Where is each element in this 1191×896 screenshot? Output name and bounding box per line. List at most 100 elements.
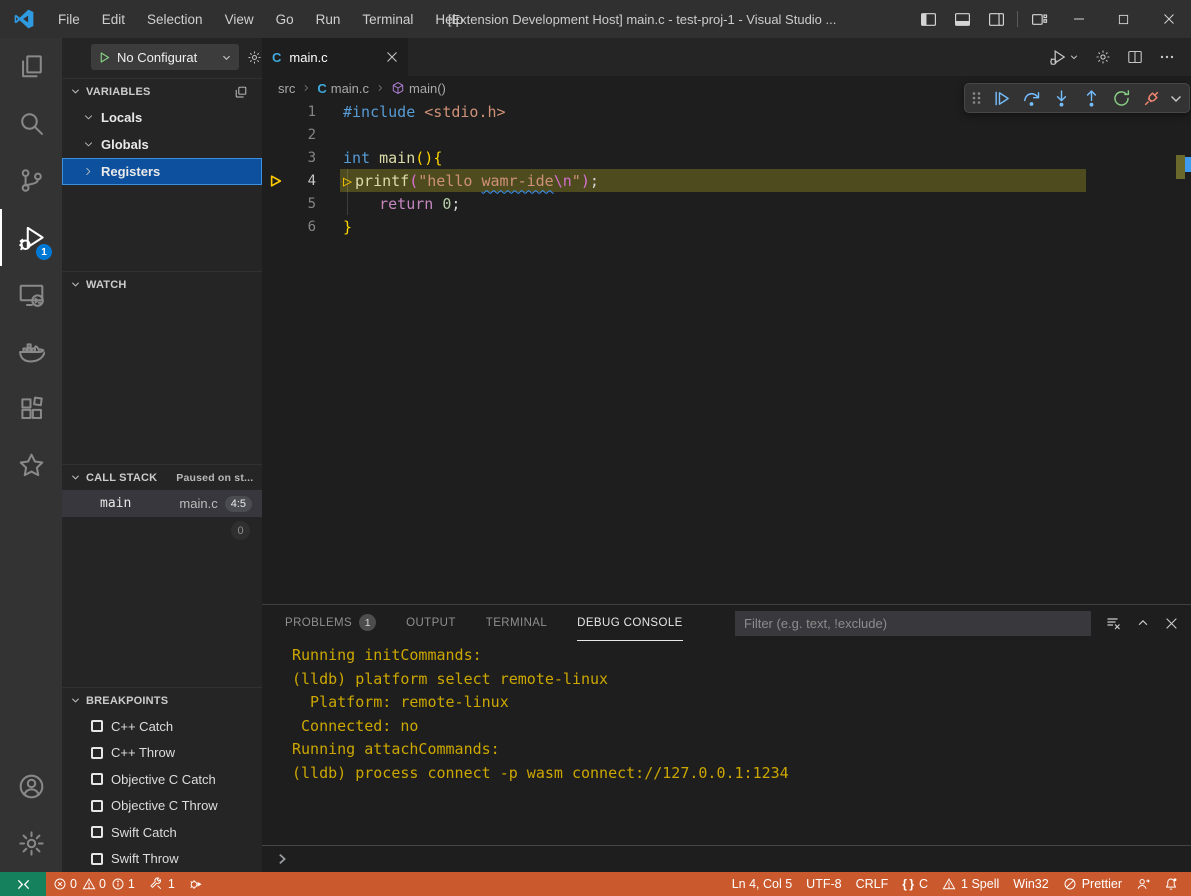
activity-item-search[interactable]: [0, 95, 62, 152]
call-stack-frame[interactable]: mainmain.c4:5: [62, 490, 262, 517]
split-editor-icon[interactable]: [1127, 49, 1143, 65]
debug-status-icon: [189, 877, 203, 891]
console-filter-input[interactable]: [735, 611, 1091, 636]
formatter-status[interactable]: Prettier: [1056, 872, 1129, 896]
code-editor[interactable]: 1#include <stdio.h>23int main(){4▷printf…: [262, 100, 1191, 604]
variables-item-registers[interactable]: Registers: [62, 158, 262, 185]
panel-tab-problems[interactable]: PROBLEMS1: [285, 606, 376, 641]
launch-config-dropdown[interactable]: No Configurat: [91, 44, 239, 70]
breakpoint-checkbox[interactable]: [91, 826, 103, 838]
breadcrumb-symbol[interactable]: main(): [409, 81, 446, 96]
breakpoint-label: C++ Catch: [111, 719, 173, 734]
editor-gear-icon[interactable]: [1095, 49, 1111, 65]
breakpoint-checkbox[interactable]: [91, 720, 103, 732]
activity-item-remote-explorer[interactable]: [0, 266, 62, 323]
menu-terminal[interactable]: Terminal: [351, 0, 424, 38]
chevron-down-icon[interactable]: [1069, 52, 1079, 62]
breakpoint-item[interactable]: Objective C Catch: [62, 766, 262, 792]
breakpoint-item[interactable]: C++ Throw: [62, 740, 262, 766]
start-debug-icon[interactable]: [98, 51, 111, 64]
breakpoint-label: C++ Throw: [111, 745, 175, 760]
toggle-secondary-sidebar-icon[interactable]: [979, 0, 1013, 38]
maximize-button[interactable]: [1101, 0, 1146, 38]
disconnect-button[interactable]: [1138, 85, 1164, 111]
breakpoint-label: Objective C Catch: [111, 772, 216, 787]
panel-tab-output[interactable]: OUTPUT: [406, 606, 456, 641]
tab-close-icon[interactable]: [386, 51, 398, 63]
variables-section-header[interactable]: VARIABLES: [62, 78, 262, 104]
step-out-button[interactable]: [1078, 85, 1104, 111]
debug-gear-icon[interactable]: [247, 50, 262, 65]
spell-checker-status[interactable]: 1 Spell: [935, 872, 1006, 896]
menu-selection[interactable]: Selection: [136, 0, 214, 38]
debug-session-chevron-icon[interactable]: [1168, 85, 1184, 111]
debug-console-input[interactable]: [262, 845, 1191, 872]
watch-section-header[interactable]: WATCH: [62, 271, 262, 297]
panel-tab-debug-console[interactable]: DEBUG CONSOLE: [577, 606, 683, 641]
activity-item-source-control[interactable]: [0, 152, 62, 209]
toggle-panel-icon[interactable]: [945, 0, 979, 38]
breakpoint-item[interactable]: Objective C Throw: [62, 793, 262, 819]
breakpoint-checkbox[interactable]: [91, 773, 103, 785]
menu-view[interactable]: View: [214, 0, 265, 38]
toggle-sidebar-icon[interactable]: [911, 0, 945, 38]
menu-go[interactable]: Go: [265, 0, 305, 38]
warning-icon: [942, 877, 956, 891]
activity-item-explorer[interactable]: [0, 38, 62, 95]
activity-item-run-and-debug[interactable]: 1: [0, 209, 62, 266]
restart-button[interactable]: [1108, 85, 1134, 111]
notifications-status[interactable]: [1157, 872, 1185, 896]
feedback-status[interactable]: [1129, 872, 1157, 896]
language-mode-status[interactable]: { }C: [895, 872, 935, 896]
menu-edit[interactable]: Edit: [91, 0, 136, 38]
close-button[interactable]: [1146, 0, 1191, 38]
debug-toolbar[interactable]: [964, 83, 1190, 113]
breadcrumb-file[interactable]: main.c: [331, 81, 369, 96]
console-line: Platform: remote-linux: [292, 691, 1191, 715]
breakpoint-item[interactable]: C++ Catch: [62, 713, 262, 739]
encoding-status[interactable]: UTF-8: [799, 872, 848, 896]
menu-run[interactable]: Run: [305, 0, 352, 38]
tools-status[interactable]: 1: [142, 872, 182, 896]
variables-item-globals[interactable]: Globals: [62, 131, 262, 158]
step-over-button[interactable]: [1018, 85, 1044, 111]
platform-status[interactable]: Win32: [1006, 872, 1055, 896]
menu-file[interactable]: File: [47, 0, 91, 38]
activity-item-docker[interactable]: [0, 323, 62, 380]
activity-item-favorites[interactable]: [0, 437, 62, 494]
problems-status[interactable]: 0 0 1: [46, 872, 142, 896]
activity-item-accounts[interactable]: [0, 758, 62, 815]
variables-item-locals[interactable]: Locals: [62, 104, 262, 131]
breakpoint-item[interactable]: Swift Throw: [62, 846, 262, 872]
call-stack-section-header[interactable]: CALL STACK Paused on st...: [62, 464, 262, 490]
breadcrumb-folder[interactable]: src: [278, 81, 295, 96]
run-or-debug-button[interactable]: [1049, 48, 1079, 66]
debug-current-line-arrow-icon: [269, 174, 283, 188]
breakpoint-checkbox[interactable]: [91, 853, 103, 865]
minimize-button[interactable]: [1056, 0, 1101, 38]
remote-indicator[interactable]: [0, 872, 46, 896]
chevron-down-icon: [83, 139, 94, 150]
activity-item-settings[interactable]: [0, 815, 62, 872]
tree-item-label: Registers: [101, 164, 160, 179]
debug-status[interactable]: [182, 872, 210, 896]
more-actions-icon[interactable]: [1159, 49, 1175, 65]
step-into-button[interactable]: [1048, 85, 1074, 111]
breakpoints-section-header[interactable]: BREAKPOINTS: [62, 687, 262, 713]
customize-layout-icon[interactable]: [1022, 0, 1056, 38]
activity-item-extensions[interactable]: [0, 380, 62, 437]
breakpoint-item[interactable]: Swift Catch: [62, 819, 262, 845]
clear-console-icon[interactable]: [1105, 615, 1121, 631]
collapse-all-icon[interactable]: [234, 85, 248, 99]
maximize-panel-icon[interactable]: [1136, 616, 1150, 630]
continue-button[interactable]: [988, 85, 1014, 111]
panel-tab-terminal[interactable]: TERMINAL: [486, 606, 547, 641]
tab-main-c[interactable]: C main.c: [262, 38, 408, 76]
symbol-method-icon: [391, 81, 405, 95]
close-panel-icon[interactable]: [1165, 617, 1178, 630]
breakpoint-checkbox[interactable]: [91, 747, 103, 759]
cursor-position-status[interactable]: Ln 4, Col 5: [725, 872, 799, 896]
drag-grip-icon[interactable]: [970, 89, 984, 107]
eol-status[interactable]: CRLF: [849, 872, 896, 896]
breakpoint-checkbox[interactable]: [91, 800, 103, 812]
